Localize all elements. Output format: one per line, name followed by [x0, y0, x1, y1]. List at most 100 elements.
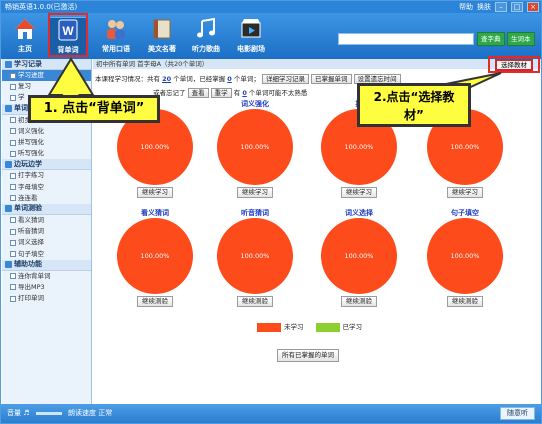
sidebar-item-export[interactable]: 导出MP3: [2, 282, 91, 293]
detail-record-button[interactable]: 详细学习记录: [261, 74, 309, 84]
page-icon: [10, 117, 16, 124]
page-icon: [10, 128, 16, 135]
main-panel: 初中所有单词 首字母A（共20个单词） 选择教材 本课程学习情况：共有 20 个…: [93, 59, 541, 404]
view-button[interactable]: 查看: [187, 88, 209, 98]
continue-test-button[interactable]: 继续测验: [341, 296, 377, 307]
toolbar-songs-label: 听力歌曲: [192, 45, 220, 53]
sidebar-item-label: 打字练习: [18, 171, 44, 180]
page-icon: [10, 295, 16, 302]
sidebar-item-sentence[interactable]: 句子填空: [2, 248, 91, 259]
toolbar-literature[interactable]: 美文名著: [142, 17, 182, 57]
test-card: 听音猜词 100.00% 继续测验: [217, 208, 293, 307]
music-note-icon: [197, 17, 215, 38]
close-button[interactable]: ×: [527, 2, 539, 12]
toolbar-songs[interactable]: 听力歌曲: [186, 17, 226, 57]
sidebar-item-label: 词义强化: [18, 126, 44, 135]
relearn-button[interactable]: 重学: [210, 88, 232, 98]
sidebar-item-label: 学: [18, 93, 25, 102]
continue-test-button[interactable]: 继续测验: [237, 296, 273, 307]
sidebar-section-test[interactable]: 单词测验: [2, 203, 91, 215]
summary-text: 个单词可能不太熟悉: [248, 89, 308, 97]
sidebar-item-guess-sound[interactable]: 听音猜词: [2, 226, 91, 237]
sidebar-item-choice[interactable]: 词义选择: [2, 237, 91, 248]
all-mastered-button[interactable]: 所有已掌握的单词: [277, 349, 339, 362]
sidebar-item-review[interactable]: 复习: [2, 81, 91, 92]
card-title: 词义强化: [241, 100, 269, 108]
sidebar-item-label: 句子填空: [18, 249, 44, 258]
continue-study-button[interactable]: 继续学习: [447, 187, 483, 198]
film-icon: [241, 19, 261, 38]
mastered-words-button[interactable]: 已掌握单词: [311, 74, 352, 84]
speed-label: 朗读速度: [67, 409, 96, 417]
sidebar-item-match[interactable]: 连连看: [2, 193, 91, 204]
continue-study-button[interactable]: 继续学习: [341, 187, 377, 198]
legend-swatch-unlearned: [257, 322, 281, 332]
dictionary-button[interactable]: 查字典: [477, 32, 505, 46]
section-icon: [5, 60, 12, 68]
progress-pie: 100.00%: [117, 218, 193, 294]
sidebar-item-label: 拼写强化: [18, 138, 44, 147]
progress-pie: 100.00%: [217, 109, 293, 185]
sidebar-item-typing[interactable]: 打字练习: [2, 170, 91, 181]
legend-label: 已学习: [342, 323, 363, 331]
page-icon: [10, 217, 16, 224]
pie-percent: 100.00%: [450, 143, 480, 151]
toolbar-movies[interactable]: 电影剧场: [231, 17, 271, 57]
summary-text: 个单词，已经掌握: [173, 75, 226, 83]
toolbar-home[interactable]: 主页: [5, 17, 45, 57]
help-link[interactable]: 帮助: [459, 1, 473, 13]
continue-test-button[interactable]: 继续测验: [447, 296, 483, 307]
study-summary: 本课程学习情况：共有 20 个单词，已经掌握 0 个单词； 详细学习记录 已掌握…: [95, 73, 401, 84]
page-icon: [10, 83, 16, 90]
sidebar-item-letterfill[interactable]: 字母填空: [2, 182, 91, 193]
pie-percent: 100.00%: [140, 143, 170, 151]
sidebar-item-dictation[interactable]: 听写强化: [2, 148, 91, 159]
mastered-count[interactable]: 0: [227, 75, 232, 83]
continue-test-button[interactable]: 继续测验: [137, 296, 173, 307]
wordbook-button[interactable]: 生词本: [507, 32, 535, 46]
unfamiliar-count[interactable]: 0: [242, 89, 247, 97]
card-title: 听音猜词: [241, 209, 269, 217]
sidebar-item-accompany[interactable]: 连你背单词: [2, 271, 91, 282]
page-icon: [10, 139, 16, 146]
random-listen-button[interactable]: 随意听: [500, 407, 535, 420]
continue-study-button[interactable]: 继续学习: [237, 187, 273, 198]
sidebar-item-label: 连连看: [18, 193, 38, 202]
toolbar-spoken-label: 常用口语: [102, 45, 130, 53]
book-icon: [153, 19, 171, 39]
total-count[interactable]: 20: [162, 75, 171, 83]
sidebar-item-spelling[interactable]: 拼写强化: [2, 137, 91, 148]
sidebar-section-record[interactable]: 学习记录: [2, 59, 91, 70]
minimize-button[interactable]: –: [495, 2, 507, 12]
legend: 未学习 已学习: [257, 321, 362, 332]
sidebar-item-progress[interactable]: 学习进度: [2, 70, 91, 82]
sidebar-section-title: 边玩边学: [14, 159, 42, 168]
sidebar-section-tools[interactable]: 辅助功能: [2, 259, 91, 271]
sidebar-item-label: 学习进度: [18, 71, 44, 80]
sidebar-item-label: 词义选择: [18, 238, 44, 247]
sidebar-item-meaning[interactable]: 词义强化: [2, 126, 91, 137]
maximize-button[interactable]: □: [511, 2, 523, 12]
page-icon: [10, 273, 16, 280]
legend-item: 已学习: [315, 321, 363, 332]
toolbar-spoken[interactable]: 常用口语: [96, 17, 136, 57]
speed-value[interactable]: 正常: [98, 409, 112, 417]
volume-slider[interactable]: [35, 411, 62, 415]
pie-percent: 100.00%: [240, 252, 270, 260]
pie-percent: 100.00%: [240, 143, 270, 151]
continue-study-button[interactable]: 继续学习: [137, 187, 173, 198]
sidebar-section-play[interactable]: 边玩边学: [2, 159, 91, 171]
section-icon: [5, 261, 12, 269]
step2-callout: 2.点击“选择教材”: [357, 83, 471, 127]
toolbar-home-label: 主页: [18, 45, 32, 53]
highlight-box-vocabulary: [48, 13, 88, 57]
sidebar-item-print[interactable]: 打印单词: [2, 293, 91, 304]
sidebar-item-guess-meaning[interactable]: 看义猜词: [2, 215, 91, 226]
sidebar-section-title: 学习记录: [14, 59, 42, 68]
window-title: 畅销英语1.0.0(已激活): [5, 3, 78, 11]
sidebar-item-label: 打印单词: [18, 294, 44, 303]
sidebar-item-label: 听音猜词: [18, 227, 44, 236]
search-input[interactable]: [338, 33, 474, 45]
skin-link[interactable]: 换肤: [477, 1, 491, 13]
pie-percent: 100.00%: [140, 252, 170, 260]
